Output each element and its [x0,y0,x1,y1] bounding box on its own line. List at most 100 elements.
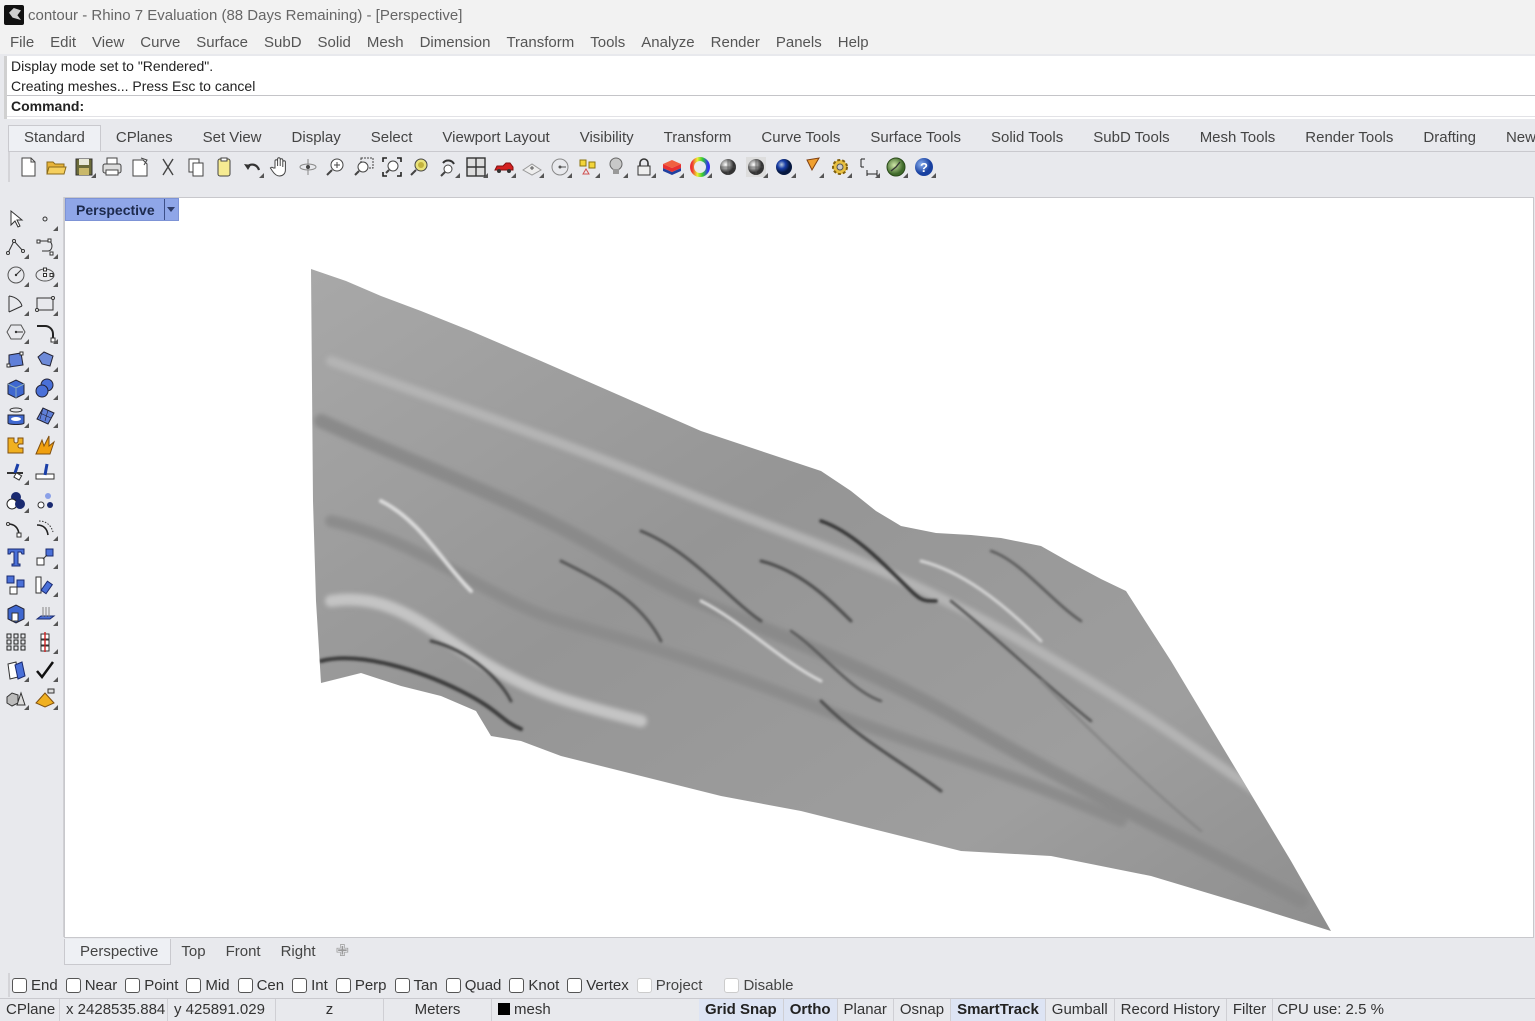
osnap-vertex[interactable]: Vertex [567,977,629,994]
checkbox[interactable] [394,977,410,993]
gumball-toggle[interactable]: Gumball [1046,998,1115,1021]
section-icon[interactable] [31,628,59,656]
checkbox[interactable] [237,977,253,993]
zoom-extents-icon[interactable] [378,153,406,181]
osnap-near[interactable]: Near [65,977,117,994]
ortho-toggle[interactable]: Ortho [783,998,838,1021]
tab-cplanes[interactable]: CPlanes [101,126,188,151]
scale-icon[interactable] [31,543,59,571]
plus-icon[interactable]: ✙ [326,939,359,965]
trim-icon[interactable] [2,459,30,487]
group-icon[interactable] [31,487,59,515]
cplane-icon[interactable] [518,153,546,181]
point-icon[interactable] [31,205,59,233]
tab-mesh-tools[interactable]: Mesh Tools [1185,126,1291,151]
record-history-toggle[interactable]: Record History [1115,998,1227,1021]
dimension-icon[interactable] [854,153,882,181]
grid-array-icon[interactable] [2,628,30,656]
menu-dimension[interactable]: Dimension [412,34,499,51]
viewport-tab-perspective[interactable]: Perspective [64,939,172,965]
menu-tools[interactable]: Tools [582,34,633,51]
material-sphere-icon[interactable] [770,153,798,181]
curve-end-icon[interactable] [2,515,30,543]
import-icon[interactable] [126,153,154,181]
rotate-view-icon[interactable] [294,153,322,181]
osnap-cen[interactable]: Cen [237,977,284,994]
checkbox[interactable] [12,977,27,993]
open-folder-icon[interactable] [42,153,70,181]
filter-toggle[interactable]: Filter [1227,998,1274,1021]
rectangle-icon[interactable] [31,290,59,318]
zoom-selected-icon[interactable] [406,153,434,181]
osnap-disable[interactable]: Disable [724,977,794,994]
osnap-tan[interactable]: Tan [394,977,438,994]
offset-curve-icon[interactable] [31,515,59,543]
grid-snap-toggle[interactable]: Grid Snap [699,998,784,1021]
array-icon[interactable] [2,571,30,599]
checkbox[interactable] [335,977,351,993]
zoom-window-icon[interactable] [350,153,378,181]
osnap-int[interactable]: Int [292,977,328,994]
tab-display[interactable]: Display [277,126,356,151]
extrude-surface-icon[interactable] [31,346,59,374]
boolean-icon[interactable] [2,487,30,515]
layer-icon[interactable] [658,153,686,181]
menu-transform[interactable]: Transform [498,34,582,51]
contour-icon[interactable] [31,600,59,628]
osnap-toggle[interactable]: Osnap [894,998,952,1021]
color-wheel-icon[interactable] [686,153,714,181]
checkbox[interactable] [445,977,461,993]
tab-standard[interactable]: Standard [8,125,101,151]
polyline-icon[interactable] [2,233,30,261]
cplane-indicator[interactable]: CPlane [0,998,60,1021]
terrain-mesh-render[interactable] [65,198,1535,939]
print-icon[interactable] [98,153,126,181]
tab-render-tools[interactable]: Render Tools [1290,126,1408,151]
copy-icon[interactable] [182,153,210,181]
units-indicator[interactable]: Meters [384,998,492,1021]
viewport-title[interactable]: Perspective [65,198,179,221]
shaded-sphere-icon[interactable] [714,153,742,181]
circle-tool-icon[interactable] [546,153,574,181]
osnap-quad[interactable]: Quad [445,977,501,994]
checkbox[interactable] [65,977,81,993]
fillet-curve-icon[interactable] [31,318,59,346]
tab-viewport-layout[interactable]: Viewport Layout [427,126,564,151]
pan-hand-icon[interactable] [266,153,294,181]
mesh-surface-icon[interactable] [31,402,59,430]
checkbox[interactable] [186,977,202,993]
menu-help[interactable]: Help [830,34,877,51]
cut-icon[interactable] [154,153,182,181]
text-icon[interactable] [2,543,30,571]
paste-icon[interactable] [210,153,238,181]
four-viewports-icon[interactable] [462,153,490,181]
ellipse-icon[interactable] [31,261,59,289]
new-file-icon[interactable] [14,153,42,181]
light-bulb-icon[interactable] [602,153,630,181]
circle-icon[interactable] [2,261,30,289]
osnap-perp[interactable]: Perp [335,977,387,994]
viewport-name[interactable]: Perspective [66,202,164,218]
undo-icon[interactable] [238,153,266,181]
surface-from-points-icon[interactable] [2,346,30,374]
globe-icon[interactable] [882,153,910,181]
zoom-dynamic-icon[interactable] [322,153,350,181]
polygon-icon[interactable] [2,318,30,346]
menu-mesh[interactable]: Mesh [359,34,412,51]
menu-file[interactable]: File [2,34,42,51]
viewport-menu-dropdown[interactable] [163,199,178,220]
boolean-union-icon[interactable] [31,374,59,402]
menu-render[interactable]: Render [703,34,768,51]
tab-visibility[interactable]: Visibility [565,126,649,151]
solid-primitives-icon[interactable] [2,684,30,712]
split-icon[interactable] [31,459,59,487]
block-icon[interactable] [2,600,30,628]
render-cone-icon[interactable] [798,153,826,181]
viewport-tab-right[interactable]: Right [271,939,326,965]
perspective-viewport[interactable]: Perspective [64,197,1534,938]
tab-subd-tools[interactable]: SubD Tools [1078,126,1184,151]
render-pyramid-icon[interactable] [31,684,59,712]
osnap-knot[interactable]: Knot [509,977,559,994]
checkbox[interactable] [636,977,652,993]
tab-solid-tools[interactable]: Solid Tools [976,126,1078,151]
